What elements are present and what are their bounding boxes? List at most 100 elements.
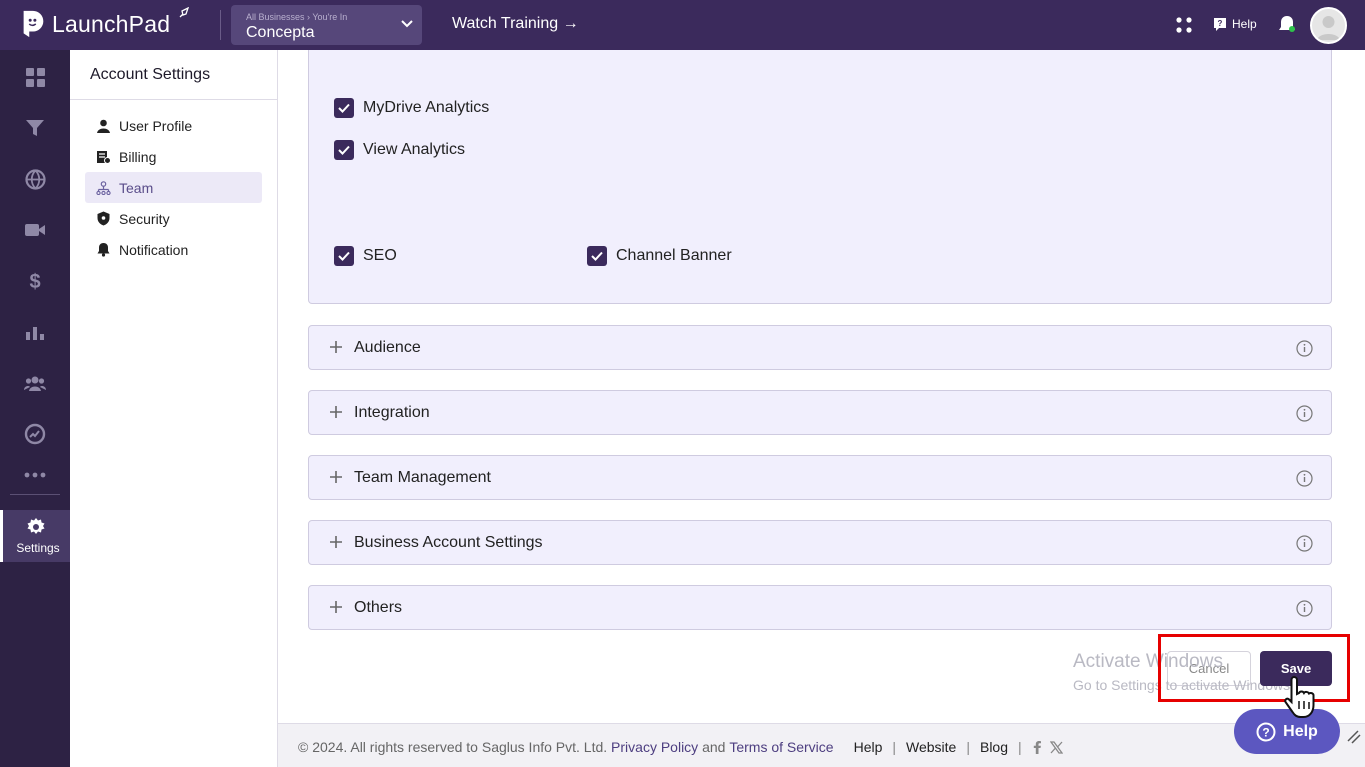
help-label: Help: [1232, 17, 1257, 31]
checkbox-seo[interactable]: SEO: [334, 246, 397, 266]
more-icon[interactable]: [24, 464, 46, 486]
checkbox-checked-icon: [334, 246, 354, 266]
user-icon: [95, 118, 111, 134]
help-icon: ?: [1214, 18, 1226, 31]
section-title: Audience: [354, 339, 421, 356]
business-name: Concepta: [246, 24, 315, 41]
side-item-label: Notification: [119, 241, 189, 258]
checkbox-channel-banner[interactable]: Channel Banner: [587, 246, 732, 266]
globe-icon[interactable]: [24, 168, 46, 190]
x-twitter-icon[interactable]: [1049, 740, 1063, 754]
section-title: Others: [354, 599, 403, 616]
apps-grid-icon[interactable]: [1174, 15, 1194, 35]
svg-text:$: $: [29, 271, 40, 292]
section-title: Team Management: [354, 469, 491, 486]
section-integration[interactable]: Integration: [308, 390, 1332, 435]
topbar-divider: [220, 10, 221, 40]
shield-icon: [95, 211, 111, 227]
settings-nav-item[interactable]: Settings: [0, 510, 70, 562]
account-settings-panel: Account Settings User Profile Billing Te…: [70, 50, 278, 767]
plus-icon: [330, 536, 342, 548]
privacy-policy-link[interactable]: Privacy Policy: [611, 739, 698, 755]
team-icon: [95, 180, 111, 196]
checkbox-view-analytics[interactable]: View Analytics: [334, 140, 465, 160]
app-name: LaunchPad: [52, 10, 171, 37]
plus-icon: [330, 341, 342, 353]
section-title: Business Account Settings: [354, 534, 543, 551]
info-icon[interactable]: [1296, 340, 1313, 357]
info-icon[interactable]: [1296, 405, 1313, 422]
watch-training-link[interactable]: Watch Training →: [452, 15, 579, 33]
main-content: MyDrive Analytics View Analytics SEO Cha…: [278, 50, 1365, 723]
user-avatar[interactable]: [1310, 7, 1347, 44]
footer-help-link[interactable]: Help: [854, 739, 883, 755]
side-item-label: Security: [119, 210, 170, 227]
section-audience[interactable]: Audience: [308, 325, 1332, 370]
section-title: Integration: [354, 404, 430, 421]
top-bar: LaunchPad All Businesses › You're In Con…: [0, 0, 1365, 50]
section-team-management[interactable]: Team Management: [308, 455, 1332, 500]
checkbox-label: SEO: [363, 247, 397, 264]
video-icon[interactable]: [24, 219, 46, 241]
hand-cursor-icon: [1284, 675, 1315, 718]
settings-label: Settings: [16, 541, 60, 555]
chevron-down-icon: [401, 20, 413, 28]
side-item-billing[interactable]: Billing: [85, 141, 262, 172]
icon-rail: $ Settings: [0, 50, 70, 767]
notification-bell-icon[interactable]: [1277, 14, 1297, 36]
app-logo[interactable]: LaunchPad: [20, 9, 170, 39]
section-business-account-settings[interactable]: Business Account Settings: [308, 520, 1332, 565]
section-others[interactable]: Others: [308, 585, 1332, 630]
terms-of-service-link[interactable]: Terms of Service: [729, 739, 833, 755]
bell-icon: [95, 242, 111, 258]
plus-icon: [330, 601, 342, 613]
info-icon[interactable]: [1296, 600, 1313, 617]
svg-text:?: ?: [1218, 19, 1223, 28]
checkbox-checked-icon: [587, 246, 607, 266]
checkbox-label: Channel Banner: [616, 247, 732, 264]
side-item-team[interactable]: Team: [85, 172, 262, 203]
checkbox-checked-icon: [334, 140, 354, 160]
footer-copyright: © 2024. All rights reserved to Saglus In…: [298, 739, 608, 755]
dashboard-icon[interactable]: [24, 66, 46, 88]
side-item-user-profile[interactable]: User Profile: [85, 110, 262, 141]
plus-icon: [330, 406, 342, 418]
side-item-notification[interactable]: Notification: [85, 234, 262, 265]
side-item-security[interactable]: Security: [85, 203, 262, 234]
panel-divider: [70, 99, 277, 100]
checkbox-label: MyDrive Analytics: [363, 99, 490, 116]
rail-divider: [10, 494, 60, 495]
info-icon[interactable]: [1296, 535, 1313, 552]
footer-and: and: [702, 739, 726, 755]
reports-icon[interactable]: [24, 423, 46, 445]
side-item-label: Billing: [119, 148, 157, 165]
funnel-icon[interactable]: [24, 117, 46, 139]
footer: © 2024. All rights reserved to Saglus In…: [278, 723, 1365, 767]
business-selector-sublabel: All Businesses › You're In: [246, 12, 348, 22]
help-menu[interactable]: ? Help: [1212, 16, 1257, 32]
dollar-icon[interactable]: $: [24, 270, 46, 292]
checkbox-checked-icon: [334, 98, 354, 118]
team-icon[interactable]: [24, 372, 46, 394]
billing-icon: [95, 149, 111, 165]
info-icon[interactable]: [1296, 470, 1313, 487]
footer-blog-link[interactable]: Blog: [980, 739, 1008, 755]
side-item-label: Team: [119, 179, 154, 196]
avatar-placeholder-icon: [1317, 16, 1340, 40]
floating-help-label: Help: [1283, 722, 1318, 740]
business-selector[interactable]: All Businesses › You're In Concepta: [231, 5, 422, 45]
permission-group-expanded: MyDrive Analytics View Analytics SEO Cha…: [308, 50, 1332, 304]
gear-icon: [27, 518, 45, 534]
collapse-handle-icon[interactable]: [1340, 723, 1365, 749]
facebook-icon[interactable]: [1032, 740, 1042, 754]
side-item-label: User Profile: [119, 117, 193, 134]
checkbox-mydrive-analytics[interactable]: MyDrive Analytics: [334, 98, 489, 118]
analytics-icon[interactable]: [24, 321, 46, 343]
question-circle-icon: ?: [1256, 722, 1276, 741]
checkbox-label: View Analytics: [363, 141, 465, 158]
svg-text:?: ?: [1262, 725, 1269, 739]
plus-icon: [330, 471, 342, 483]
panel-title: Account Settings: [90, 66, 211, 83]
footer-website-link[interactable]: Website: [906, 739, 956, 755]
launchpad-logo-icon: [23, 10, 44, 38]
